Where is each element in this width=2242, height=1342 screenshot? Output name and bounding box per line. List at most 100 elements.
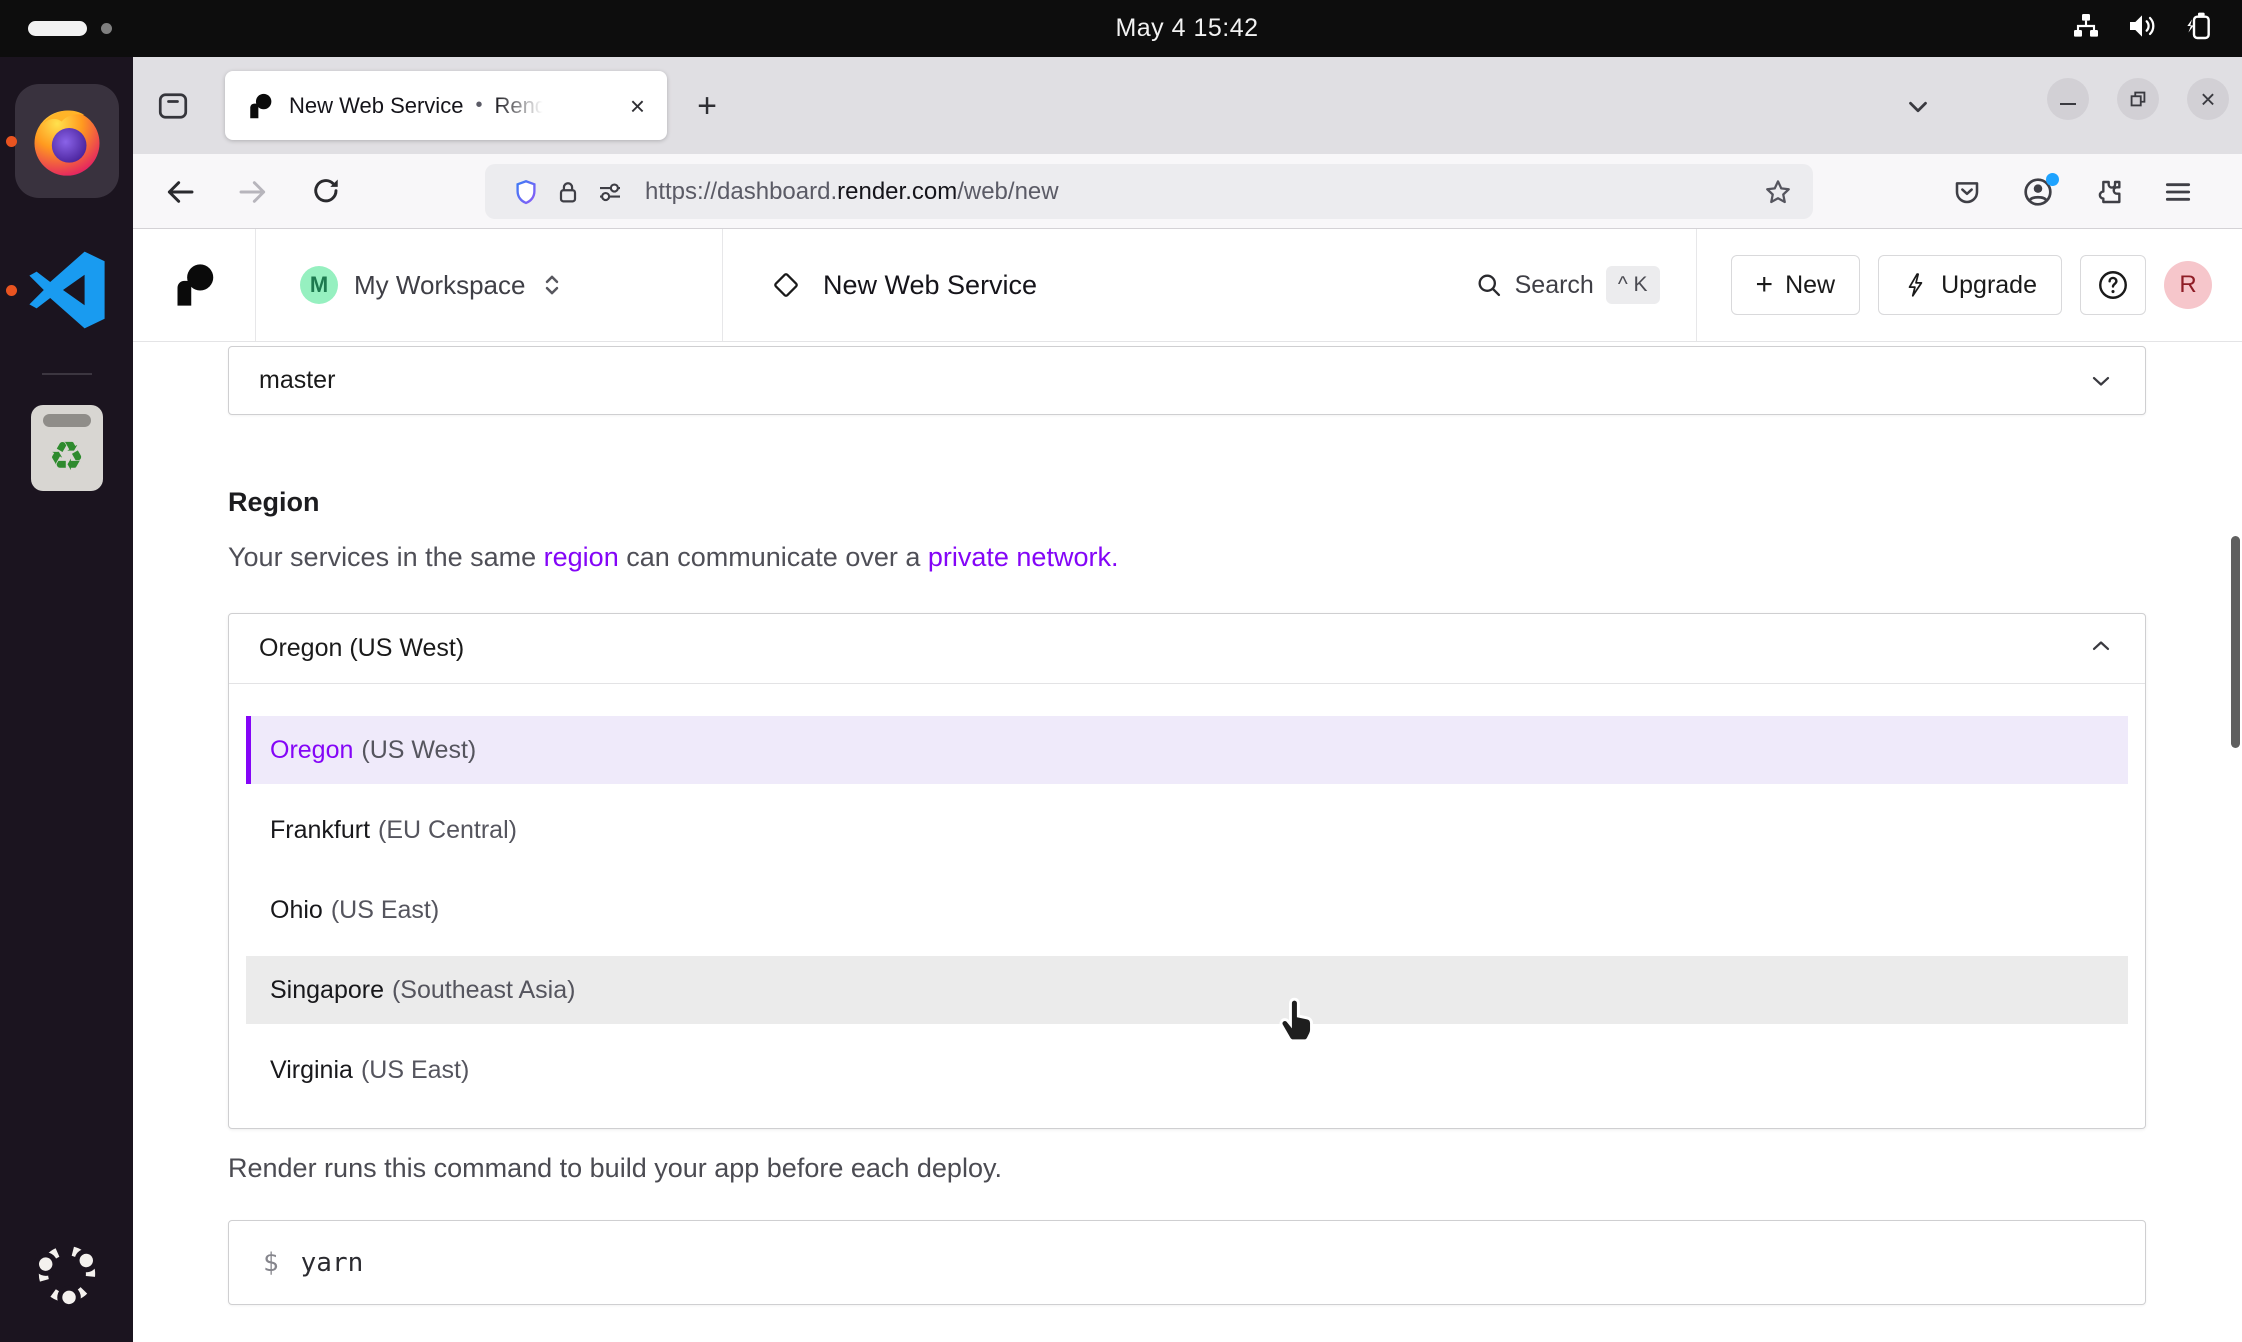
region-description-text: Your services in the same [228, 542, 544, 572]
system-clock[interactable]: May 4 15:42 [1082, 0, 1292, 57]
option-detail: (US East) [361, 1056, 469, 1085]
region-selected-city: Oregon [259, 634, 342, 662]
dock-item-firefox[interactable] [0, 71, 133, 211]
dock-item-trash[interactable]: ♻ [0, 393, 133, 503]
tab-close-button[interactable]: × [626, 91, 649, 121]
workspace-selector[interactable]: M My Workspace [256, 229, 722, 341]
option-city: Virginia [270, 1056, 353, 1085]
region-select-header[interactable]: Oregon (US West) [229, 614, 2145, 684]
dock-divider [42, 373, 92, 375]
url-path: /web/new [957, 178, 1058, 205]
question-circle-icon [2096, 268, 2130, 302]
region-option-frankfurt[interactable]: Frankfurt (EU Central) [246, 796, 2128, 864]
pocket-icon [1951, 176, 1983, 208]
new-button[interactable]: + New [1731, 255, 1861, 315]
upgrade-button[interactable]: Upgrade [1878, 255, 2062, 315]
battery-charging-icon [2182, 10, 2214, 47]
help-button[interactable] [2080, 255, 2146, 315]
account-notification-dot [2046, 173, 2059, 186]
forward-button[interactable] [230, 169, 276, 215]
permissions-icon[interactable] [589, 171, 631, 213]
command-prompt: $ [263, 1248, 279, 1278]
tracking-protection-shield-icon[interactable] [505, 171, 547, 213]
reload-button[interactable] [303, 169, 349, 215]
url-text[interactable]: https://dashboard.render.com/web/new [645, 178, 1757, 206]
tab-title-tail: Rend [494, 93, 547, 119]
search-button[interactable]: Search ^ K [1475, 266, 1660, 304]
plus-icon: + [1756, 268, 1774, 302]
region-select: Oregon (US West) Oregon (US West) Frankf… [228, 613, 2146, 1129]
url-bar[interactable]: https://dashboard.render.com/web/new [485, 164, 1813, 219]
region-link[interactable]: region [544, 542, 619, 572]
extensions-button[interactable] [2085, 169, 2131, 215]
upgrade-button-label: Upgrade [1941, 271, 2037, 300]
firefox-view-icon [153, 88, 193, 124]
firefox-view-button[interactable] [149, 86, 197, 126]
firefox-icon [28, 102, 106, 180]
option-city: Oregon [270, 736, 353, 765]
network-nodes-icon [2070, 10, 2102, 47]
tab-bar: New Web Service • Rend × + × [133, 57, 2242, 154]
option-city: Frankfurt [270, 816, 370, 845]
pocket-button[interactable] [1944, 169, 1990, 215]
render-app-header: M My Workspace New Web Service Search ^ … [133, 229, 2242, 342]
account-button[interactable] [2015, 169, 2061, 215]
restore-icon [2127, 88, 2149, 110]
region-selected-detail: (US West) [349, 634, 464, 662]
page-scrollbar-thumb[interactable] [2231, 536, 2240, 748]
navigation-toolbar: https://dashboard.render.com/web/new [133, 154, 2242, 229]
vscode-icon [27, 250, 107, 330]
firefox-active-tile [15, 84, 119, 198]
lock-icon[interactable] [547, 171, 589, 213]
bookmark-star-button[interactable] [1757, 171, 1799, 213]
browser-tab-active[interactable]: New Web Service • Rend × [225, 71, 667, 140]
dock: ♻ [0, 57, 133, 1342]
render-favicon [247, 93, 273, 119]
puzzle-icon [2092, 176, 2124, 208]
region-option-singapore[interactable]: Singapore (Southeast Asia) [246, 956, 2128, 1024]
menu-button[interactable] [2155, 169, 2201, 215]
branch-select[interactable]: master [228, 346, 2146, 415]
system-status-area[interactable] [2070, 0, 2214, 57]
reload-icon [310, 176, 342, 208]
page-title: New Web Service [823, 270, 1037, 301]
workspace-avatar: M [300, 266, 338, 304]
tab-title: New Web Service [289, 93, 463, 119]
option-city: Singapore [270, 976, 384, 1005]
region-description-text: can communicate over a [619, 542, 928, 572]
chevron-down-icon [1903, 92, 1933, 122]
window-maximize-button[interactable] [2117, 78, 2159, 120]
private-network-link[interactable]: private network. [928, 542, 1119, 572]
region-options: Oregon (US West) Frankfurt (EU Central) … [229, 684, 2145, 1128]
search-shortcut-badge: ^ K [1606, 266, 1660, 304]
option-detail: (EU Central) [378, 816, 517, 845]
url-host: render.com [837, 178, 957, 205]
region-option-ohio[interactable]: Ohio (US East) [246, 876, 2128, 944]
region-option-virginia[interactable]: Virginia (US East) [246, 1036, 2128, 1104]
hamburger-icon [2162, 176, 2194, 208]
trash-icon: ♻ [31, 405, 103, 491]
user-avatar[interactable]: R [2164, 261, 2212, 309]
render-logo-link[interactable] [133, 229, 255, 341]
lightning-icon [1903, 271, 1929, 299]
dock-item-vscode[interactable] [0, 225, 133, 355]
new-tab-button[interactable]: + [685, 85, 729, 127]
build-command-input[interactable]: $ yarn [228, 1220, 2146, 1305]
branch-select-value: master [259, 366, 335, 395]
window-minimize-button[interactable] [2047, 78, 2089, 120]
chevron-up-down-icon [541, 270, 563, 300]
volume-icon [2126, 10, 2158, 47]
firefox-running-dot [6, 136, 17, 147]
region-option-oregon[interactable]: Oregon (US West) [246, 716, 2128, 784]
diamond-icon [771, 270, 801, 300]
tab-title-separator: • [475, 94, 482, 117]
recycle-glyph: ♻ [49, 437, 85, 477]
back-button[interactable] [157, 169, 203, 215]
window-close-button[interactable]: × [2187, 78, 2229, 120]
workspace-indicator-dot [101, 23, 112, 34]
list-all-tabs-button[interactable] [1896, 87, 1940, 127]
search-icon [1475, 271, 1503, 299]
dock-item-ubuntu-launcher[interactable] [0, 1224, 133, 1324]
activities-pill[interactable] [28, 21, 87, 36]
minimize-icon [2060, 103, 2076, 106]
